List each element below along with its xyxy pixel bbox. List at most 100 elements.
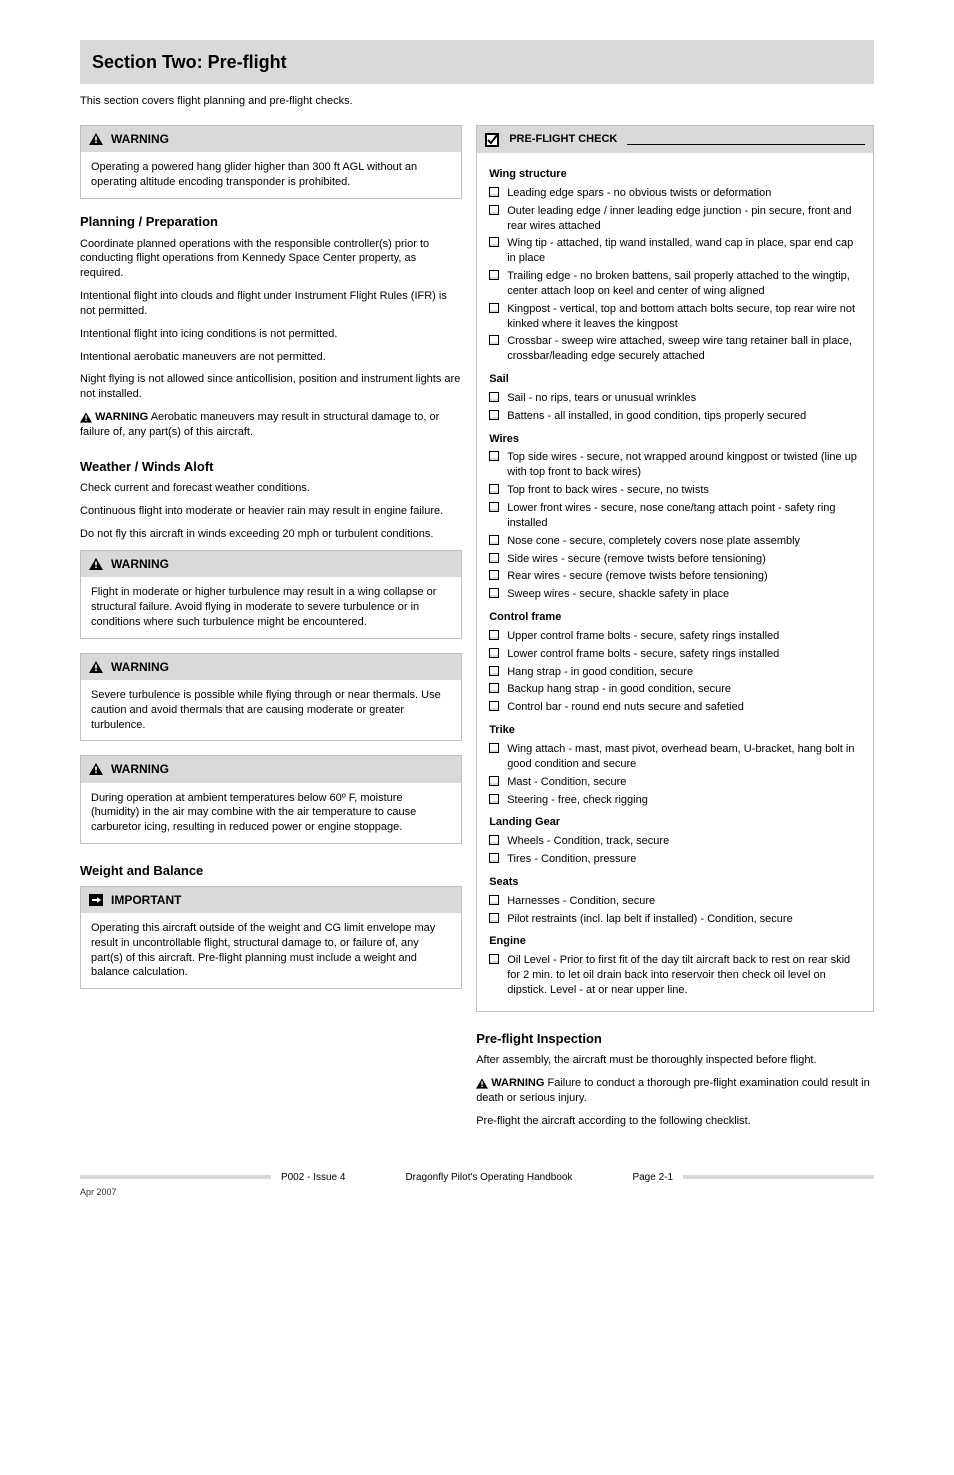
checklist-group-label: Wires xyxy=(489,432,861,447)
checklist-item-text: Trailing edge - no broken battens, sail … xyxy=(507,269,861,299)
checklist-group-label: Sail xyxy=(489,372,861,387)
checklist-item: Top side wires - secure, not wrapped aro… xyxy=(489,450,861,480)
preflight-para: Pre-flight the aircraft according to the… xyxy=(476,1114,874,1129)
checklist-group-label: Trike xyxy=(489,723,861,738)
weather-para: Continuous flight into moderate or heavi… xyxy=(80,504,462,519)
planning-para: Intentional aerobatic maneuvers are not … xyxy=(80,350,462,365)
preflight-checklist: PRE-FLIGHT CHECK Wing structureLeading e… xyxy=(476,125,874,1012)
checklist-item: Crossbar - sweep wire attached, sweep wi… xyxy=(489,334,861,364)
warning-icon xyxy=(89,661,103,673)
planning-para: Intentional flight into icing conditions… xyxy=(80,327,462,342)
checkbox-icon xyxy=(489,570,499,580)
checklist-item: Steering - free, check rigging xyxy=(489,793,861,808)
checklist-item-text: Rear wires - secure (remove twists befor… xyxy=(507,569,861,584)
checkbox-icon xyxy=(489,270,499,280)
checklist-item-text: Hang strap - in good condition, secure xyxy=(507,665,861,680)
checklist-item: Battens - all installed, in good conditi… xyxy=(489,409,861,424)
checkbox-icon xyxy=(489,701,499,711)
inline-warning-label: WARNING xyxy=(95,411,148,423)
checkbox-icon xyxy=(489,683,499,693)
checkbox-icon xyxy=(489,535,499,545)
checklist-item-text: Lower control frame bolts - secure, safe… xyxy=(507,647,861,662)
page-title: Section Two: Pre-flight xyxy=(92,50,862,74)
checklist-item-text: Outer leading edge / inner leading edge … xyxy=(507,204,861,234)
checkbox-icon xyxy=(489,648,499,658)
checklist-item-text: Leading edge spars - no obvious twists o… xyxy=(507,186,861,201)
planning-para: Intentional flight into clouds and fligh… xyxy=(80,289,462,319)
checklist-item: Leading edge spars - no obvious twists o… xyxy=(489,186,861,201)
warning-body: Severe turbulence is possible while flyi… xyxy=(91,688,451,733)
weather-para: Check current and forecast weather condi… xyxy=(80,481,462,496)
checklist-item-text: Lower front wires - secure, nose cone/ta… xyxy=(507,501,861,531)
checkbox-icon xyxy=(489,913,499,923)
checklist-item-text: Crossbar - sweep wire attached, sweep wi… xyxy=(507,334,861,364)
checkbox-icon xyxy=(489,451,499,461)
checkbox-icon xyxy=(489,303,499,313)
checklist-title-line xyxy=(627,144,865,145)
checkbox-icon xyxy=(489,954,499,964)
important-label: IMPORTANT xyxy=(111,892,181,908)
checkbox-icon xyxy=(489,776,499,786)
checklist-item: Wing tip - attached, tip wand installed,… xyxy=(489,236,861,266)
checklist-item-text: Top side wires - secure, not wrapped aro… xyxy=(507,450,861,480)
checklist-item: Pilot restraints (incl. lap belt if inst… xyxy=(489,912,861,927)
checklist-group-label: Landing Gear xyxy=(489,815,861,830)
checklist-item: Upper control frame bolts - secure, safe… xyxy=(489,629,861,644)
checklist-item-text: Tires - Condition, pressure xyxy=(507,852,861,867)
checklist-item: Trailing edge - no broken battens, sail … xyxy=(489,269,861,299)
checklist-group-label: Engine xyxy=(489,934,861,949)
checklist-item: Top front to back wires - secure, no twi… xyxy=(489,483,861,498)
checklist-item-text: Sail - no rips, tears or unusual wrinkle… xyxy=(507,391,861,406)
checklist-item-text: Oil Level - Prior to first fit of the da… xyxy=(507,953,861,998)
checklist-item-text: Nose cone - secure, completely covers no… xyxy=(507,534,861,549)
checkbox-icon xyxy=(489,743,499,753)
footer-rule xyxy=(80,1175,271,1179)
checkbox-icon xyxy=(489,187,499,197)
checklist-item-text: Wing attach - mast, mast pivot, overhead… xyxy=(507,742,861,772)
checkbox-icon xyxy=(489,666,499,676)
warning-label: WARNING xyxy=(111,556,169,572)
checklist-item-text: Wing tip - attached, tip wand installed,… xyxy=(507,236,861,266)
warning-label: WARNING xyxy=(111,659,169,675)
warning-body: During operation at ambient temperatures… xyxy=(91,791,451,836)
checklist-group-label: Seats xyxy=(489,875,861,890)
checklist-item: Lower front wires - secure, nose cone/ta… xyxy=(489,501,861,531)
warning-turbulence: WARNING Flight in moderate or higher tur… xyxy=(80,550,462,639)
checkbox-icon xyxy=(489,835,499,845)
checklist-item: Mast - Condition, secure xyxy=(489,775,861,790)
warning-icon xyxy=(80,412,92,423)
footer-title: Dragonfly Pilot's Operating Handbook xyxy=(405,1171,572,1185)
footer-rule xyxy=(683,1175,874,1179)
preflight-para: After assembly, the aircraft must be tho… xyxy=(476,1053,874,1068)
checklist-item: Oil Level - Prior to first fit of the da… xyxy=(489,953,861,998)
checkbox-icon xyxy=(489,588,499,598)
checklist-item: Hang strap - in good condition, secure xyxy=(489,665,861,680)
planning-heading: Planning / Preparation xyxy=(80,213,462,231)
checkbox-icon xyxy=(489,794,499,804)
checklist-group-label: Wing structure xyxy=(489,167,861,182)
checklist-item: Wing attach - mast, mast pivot, overhead… xyxy=(489,742,861,772)
warning-temperature: WARNING During operation at ambient temp… xyxy=(80,755,462,844)
footer-date: Apr 2007 xyxy=(80,1186,874,1198)
checklist-item: Control bar - round end nuts secure and … xyxy=(489,700,861,715)
checkbox-icon xyxy=(489,853,499,863)
checkbox-icon xyxy=(489,335,499,345)
preflight-inspection-heading: Pre-flight Inspection xyxy=(476,1030,874,1048)
checkbox-icon xyxy=(489,410,499,420)
checklist-item: Outer leading edge / inner leading edge … xyxy=(489,204,861,234)
checklist-item: Kingpost - vertical, top and bottom atta… xyxy=(489,302,861,332)
planning-para: Coordinate planned operations with the r… xyxy=(80,237,462,282)
checklist-item-text: Side wires - secure (remove twists befor… xyxy=(507,552,861,567)
checkbox-icon xyxy=(489,237,499,247)
checklist-item-text: Upper control frame bolts - secure, safe… xyxy=(507,629,861,644)
warning-label: WARNING xyxy=(111,131,169,147)
checklist-item-text: Kingpost - vertical, top and bottom atta… xyxy=(507,302,861,332)
checkbox-icon xyxy=(489,502,499,512)
checkbox-icon xyxy=(489,553,499,563)
checklist-item: Backup hang strap - in good condition, s… xyxy=(489,682,861,697)
checklist-item-text: Top front to back wires - secure, no twi… xyxy=(507,483,861,498)
checklist-item-text: Steering - free, check rigging xyxy=(507,793,861,808)
footer-issue: P002 - Issue 4 xyxy=(281,1171,345,1185)
warning-icon xyxy=(89,558,103,570)
weight-heading: Weight and Balance xyxy=(80,862,462,880)
